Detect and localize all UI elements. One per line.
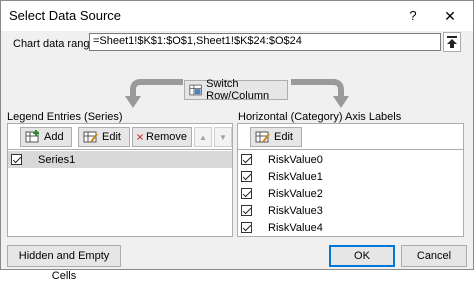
edit-series-button[interactable]: Edit xyxy=(78,127,130,147)
remove-series-button[interactable]: Remove xyxy=(132,127,192,147)
title-bar: Select Data Source ? ✕ xyxy=(1,1,473,31)
series-name: Series1 xyxy=(38,153,76,166)
move-down-icon: ▼ xyxy=(219,132,227,142)
list-item[interactable]: RiskValue0 xyxy=(238,151,463,168)
edit-axis-labels-button[interactable]: Edit xyxy=(250,127,302,147)
edit-axis-labels-label: Edit xyxy=(274,131,293,143)
axis-label-name: RiskValue2 xyxy=(268,187,323,200)
collapse-dialog-button[interactable] xyxy=(443,32,461,52)
remove-x-icon xyxy=(137,134,143,140)
select-data-source-dialog: Select Data Source ? ✕ Chart data range:… xyxy=(0,0,474,282)
collapse-arrow-icon xyxy=(447,36,457,48)
move-up-button[interactable]: ▲ xyxy=(194,127,212,147)
legend-toolbar: Add Edit Remove ▲ ▼ xyxy=(8,124,232,150)
add-series-button[interactable]: Add xyxy=(20,127,72,147)
list-item[interactable]: RiskValue1 xyxy=(238,168,463,185)
edit-table-icon xyxy=(255,131,270,143)
edit-table-icon xyxy=(83,131,98,143)
legend-entries-heading: Legend Entries (Series) xyxy=(7,111,123,123)
legend-entries-panel: Add Edit Remove ▲ ▼ Series1 xyxy=(7,123,233,237)
axis-label-name: RiskValue3 xyxy=(268,204,323,217)
cancel-button[interactable]: Cancel xyxy=(401,245,467,267)
switch-row-column-button[interactable]: Switch Row/Column xyxy=(184,78,288,102)
hidden-empty-cells-button[interactable]: Hidden and Empty Cells xyxy=(7,245,121,282)
list-item[interactable]: Series1 xyxy=(8,151,232,168)
switch-row-column-label: Switch Row/Column xyxy=(206,78,270,102)
chart-data-range-input[interactable]: =Sheet1!$K$1:$O$1,Sheet1!$K$24:$O$24 xyxy=(89,33,441,51)
close-button[interactable]: ✕ xyxy=(439,6,461,26)
axis-label-checkbox[interactable] xyxy=(241,171,252,182)
list-item[interactable]: RiskValue2 xyxy=(238,185,463,202)
axis-label-checkbox[interactable] xyxy=(241,154,252,165)
add-series-label: Add xyxy=(44,131,64,143)
dialog-title: Select Data Source xyxy=(9,8,122,23)
list-item[interactable]: RiskValue4 xyxy=(238,219,463,236)
right-curved-arrow-icon xyxy=(291,79,349,108)
list-item[interactable]: RiskValue3 xyxy=(238,202,463,219)
axis-label-checkbox[interactable] xyxy=(241,205,252,216)
move-down-button[interactable]: ▼ xyxy=(214,127,232,147)
axis-label-name: RiskValue1 xyxy=(268,170,323,183)
chart-data-range-label: Chart data range: xyxy=(13,38,99,50)
axis-label-checkbox[interactable] xyxy=(241,188,252,199)
series-checkbox[interactable] xyxy=(11,154,22,165)
switch-icon xyxy=(189,84,202,96)
left-curved-arrow-icon xyxy=(125,79,183,108)
axis-label-checkbox[interactable] xyxy=(241,222,252,233)
move-up-icon: ▲ xyxy=(199,132,207,142)
ok-button[interactable]: OK xyxy=(329,245,395,267)
axis-labels-panel: Edit RiskValue0 RiskValue1 RiskValue2 Ri… xyxy=(237,123,464,237)
axis-labels-heading: Horizontal (Category) Axis Labels xyxy=(238,111,402,123)
add-table-icon xyxy=(25,130,39,143)
edit-series-label: Edit xyxy=(102,131,121,143)
axis-label-name: RiskValue0 xyxy=(268,153,323,166)
axis-toolbar: Edit xyxy=(238,124,463,150)
remove-series-label: Remove xyxy=(146,131,187,143)
help-button[interactable]: ? xyxy=(403,6,423,26)
axis-label-name: RiskValue4 xyxy=(268,221,323,234)
